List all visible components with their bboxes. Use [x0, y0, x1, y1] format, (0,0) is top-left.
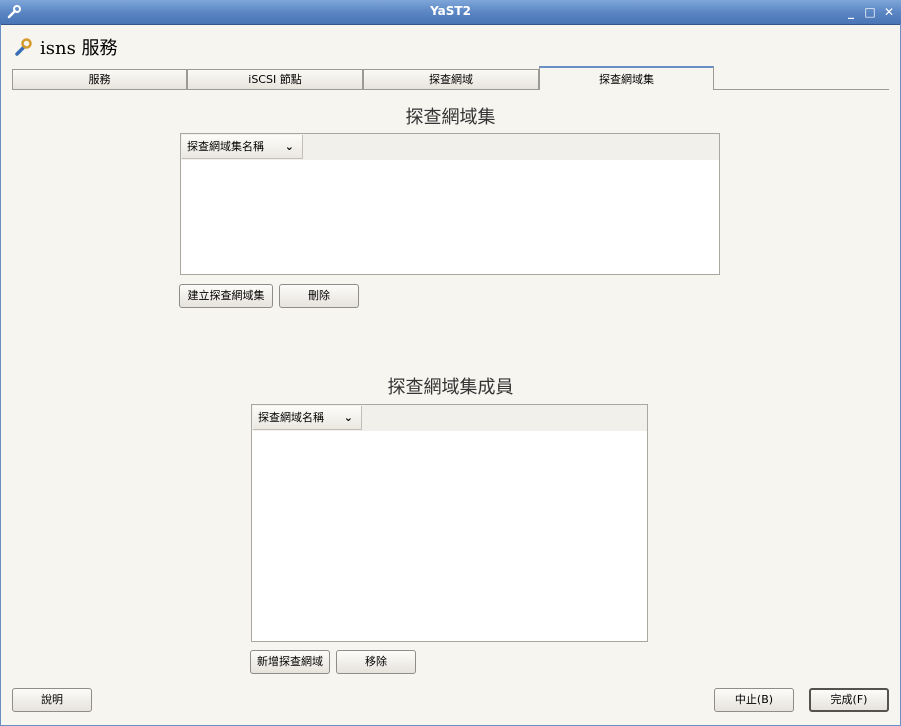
chevron-down-icon: ⌄	[284, 140, 294, 153]
maximize-icon[interactable]: □	[862, 4, 878, 20]
tab-discovery-domains[interactable]: 探查網域	[363, 69, 539, 89]
column-header-set-name[interactable]: 探查網域集名稱 ⌄	[182, 135, 303, 159]
members-section-title: 探查網域集成員	[387, 377, 514, 398]
close-icon[interactable]: ✕	[881, 4, 897, 20]
page-title: isns 服務	[40, 38, 118, 59]
page-heading: isns 服務	[12, 34, 118, 60]
tab-iscsi-nodes[interactable]: iSCSI 節點	[187, 69, 363, 89]
domain-sets-table[interactable]: 探查網域集名稱 ⌄	[180, 133, 720, 275]
create-domain-set-button[interactable]: 建立探查網域集	[179, 284, 273, 308]
window-titlebar[interactable]: YaST2 _ □ ✕	[0, 0, 901, 25]
window-title: YaST2	[430, 4, 471, 18]
finish-button[interactable]: 完成(F)	[809, 688, 889, 712]
tab-bar: 服務 iSCSI 節點 探查網域 探查網域集	[12, 66, 889, 91]
remove-domain-button[interactable]: 移除	[336, 650, 416, 674]
add-domain-button[interactable]: 新增探查網域	[250, 650, 330, 674]
sets-section-title: 探查網域集	[405, 107, 496, 128]
chevron-down-icon: ⌄	[343, 411, 353, 424]
column-header-label: 探查網域名稱	[258, 411, 324, 424]
domain-set-members-table[interactable]: 探查網域名稱 ⌄	[251, 404, 648, 642]
tab-discovery-domain-sets[interactable]: 探查網域集	[539, 66, 714, 90]
delete-domain-set-button[interactable]: 刪除	[279, 284, 359, 308]
minimize-icon[interactable]: _	[843, 4, 859, 20]
help-button[interactable]: 說明	[12, 688, 92, 712]
tab-service[interactable]: 服務	[12, 69, 187, 89]
column-header-label: 探查網域集名稱	[187, 140, 264, 153]
column-header-domain-name[interactable]: 探查網域名稱 ⌄	[253, 406, 362, 430]
wrench-icon	[12, 36, 34, 58]
abort-button[interactable]: 中止(B)	[714, 688, 794, 712]
